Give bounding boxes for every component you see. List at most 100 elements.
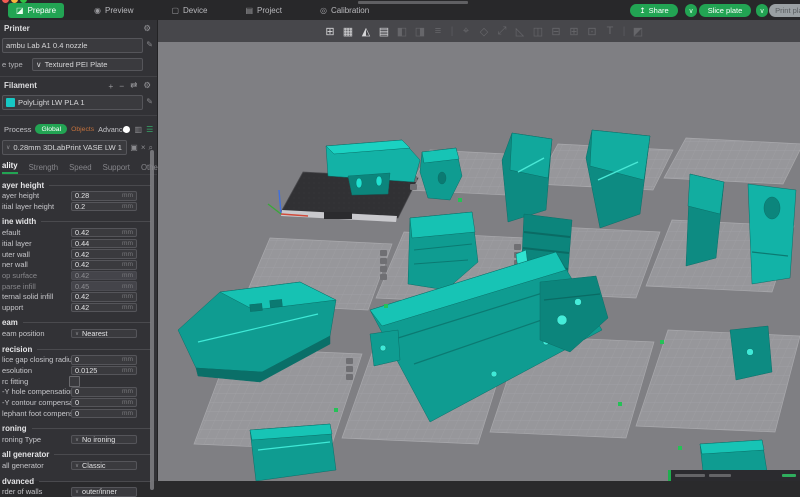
viewport-toolbar: ⊞▦◭▤◧◨≡|⌖◇⤢◺◫⊟⊞⊡T|◩ bbox=[158, 20, 800, 42]
printer-section-header: Printer ⚙ bbox=[0, 20, 157, 35]
move-icon[interactable]: ⌖ bbox=[458, 23, 474, 39]
model-part[interactable] bbox=[250, 424, 336, 481]
section-rule bbox=[41, 221, 151, 222]
flatten-icon[interactable]: ◺ bbox=[512, 23, 528, 39]
share-button[interactable]: ↥ Share bbox=[630, 4, 678, 17]
model-part[interactable] bbox=[370, 330, 400, 366]
compare-preset-icon[interactable]: ▥ bbox=[135, 125, 143, 134]
select-roning-type[interactable]: ∨No ironing bbox=[71, 435, 137, 445]
input-y-hole-compensation[interactable]: 0mm bbox=[71, 387, 137, 397]
setting-tab-strength[interactable]: Strength bbox=[29, 163, 58, 174]
filament-edit-icon[interactable]: ✎ bbox=[146, 97, 153, 106]
setting-label: eam position bbox=[2, 329, 71, 338]
layers-icon[interactable]: ≡ bbox=[430, 23, 446, 39]
select-value: outer/inner bbox=[82, 487, 117, 496]
sidebar-scrollbar[interactable] bbox=[150, 150, 154, 490]
text-tool-icon[interactable]: T bbox=[602, 23, 618, 39]
model-panel[interactable] bbox=[748, 184, 796, 284]
cut-icon[interactable]: ⊟ bbox=[548, 23, 564, 39]
input-itial-layer-height[interactable]: 0.2mm bbox=[71, 202, 137, 212]
setting-label: roning Type bbox=[2, 435, 71, 444]
input-lice-gap-closing-radius[interactable]: 0mm bbox=[71, 355, 137, 365]
model-wing[interactable] bbox=[586, 130, 650, 228]
print-plate-button[interactable]: Print plate bbox=[769, 4, 800, 17]
scale-icon[interactable]: ⤢ bbox=[494, 23, 510, 39]
paint-icon[interactable]: ◩ bbox=[630, 23, 646, 39]
process-global-tab[interactable]: Global bbox=[35, 124, 67, 134]
tab-prepare[interactable]: ◪Prepare bbox=[8, 3, 64, 18]
filament-color-swatch[interactable] bbox=[6, 98, 15, 107]
chevron-down-icon: ∨ bbox=[36, 60, 42, 69]
setting-tab-ality[interactable]: ality bbox=[2, 161, 18, 174]
input-lephant-foot-compensation[interactable]: 0mm bbox=[71, 409, 137, 419]
action-buttons: ↥ Share ∨ Slice plate ∨ Print plate bbox=[630, 0, 800, 20]
section-title: ayer height bbox=[2, 181, 44, 190]
checkbox-rc-fitting[interactable] bbox=[69, 376, 80, 387]
notification-text bbox=[709, 474, 731, 477]
setting-label: esolution bbox=[2, 366, 71, 375]
arrange-icon[interactable]: ▤ bbox=[376, 23, 392, 39]
input-y-contour-compensation[interactable]: 0mm bbox=[71, 398, 137, 408]
input-value: 0 bbox=[75, 398, 122, 407]
printer-edit-icon[interactable]: ✎ bbox=[146, 40, 153, 49]
printer-settings-gear-icon[interactable]: ⚙ bbox=[143, 23, 151, 34]
viewport-3d[interactable] bbox=[158, 42, 800, 481]
add-plate-icon[interactable]: ▦ bbox=[340, 23, 356, 39]
model-part[interactable] bbox=[730, 326, 772, 380]
input-itial-layer[interactable]: 0.44mm bbox=[71, 239, 137, 249]
input-esolution[interactable]: 0.0125mm bbox=[71, 366, 137, 376]
input-upport[interactable]: 0.42mm bbox=[71, 303, 137, 313]
input-value: 0.0125 bbox=[75, 366, 122, 375]
remove-filament-icon[interactable]: − bbox=[119, 81, 124, 91]
split-parts-icon[interactable]: ⊡ bbox=[584, 23, 600, 39]
import-3mf-icon[interactable]: ◧ bbox=[394, 23, 410, 39]
input-value: 0.42 bbox=[75, 292, 122, 301]
process-preset-select[interactable]: ∨ 0.28mm 3DLabPrint VASE LW 1 bbox=[2, 140, 127, 155]
notification-link[interactable] bbox=[782, 474, 796, 477]
flush-volumes-icon[interactable]: ⇄ bbox=[130, 80, 137, 91]
unit-label: mm bbox=[122, 203, 133, 210]
tab-calibration[interactable]: ◎Calibration bbox=[312, 3, 377, 18]
input-ternal-solid-infill[interactable]: 0.42mm bbox=[71, 292, 137, 302]
plate-type-select[interactable]: ∨ Textured PEI Plate bbox=[32, 58, 143, 71]
setting-row-uter-wall: uter wall0.42mm bbox=[0, 249, 157, 260]
auto-orient-icon[interactable]: ◭ bbox=[358, 23, 374, 39]
select-eam-position[interactable]: ∨Nearest bbox=[71, 329, 137, 339]
notification-bar[interactable] bbox=[668, 470, 800, 481]
slice-options-dropdown[interactable]: ∨ bbox=[685, 4, 697, 17]
setting-tab-support[interactable]: Support bbox=[103, 163, 130, 174]
rotate-icon[interactable]: ◇ bbox=[476, 23, 492, 39]
save-preset-icon[interactable]: ▣ bbox=[130, 143, 138, 152]
split-objects-icon[interactable]: ⊞ bbox=[566, 23, 582, 39]
tab-preview[interactable]: ◉Preview bbox=[86, 3, 141, 18]
process-objects-tab[interactable]: Objects bbox=[71, 126, 94, 133]
tab-label: Prepare bbox=[28, 6, 56, 15]
slice-plate-button[interactable]: Slice plate bbox=[699, 4, 751, 17]
add-filament-icon[interactable]: + bbox=[108, 81, 113, 91]
input-ayer-height[interactable]: 0.28mm bbox=[71, 191, 137, 201]
share-icon: ↥ bbox=[639, 6, 645, 15]
print-options-dropdown[interactable]: ∨ bbox=[756, 4, 768, 17]
filament-select[interactable]: PolyLight LW PLA 1 ✎ bbox=[2, 95, 143, 110]
input-op-surface[interactable]: 0.42mm bbox=[71, 271, 137, 281]
filament-settings-gear-icon[interactable]: ⚙ bbox=[143, 80, 151, 91]
mirror-icon[interactable]: ◫ bbox=[530, 23, 546, 39]
select-all-generator[interactable]: ∨Classic bbox=[71, 461, 137, 471]
add-object-icon[interactable]: ⊞ bbox=[322, 23, 338, 39]
setting-row-op-surface: op surface0.42mm bbox=[0, 270, 157, 281]
input-parse-infill[interactable]: 0.45mm bbox=[71, 281, 137, 291]
import-stl-icon[interactable]: ◨ bbox=[412, 23, 428, 39]
tab-device[interactable]: ▢Device bbox=[163, 3, 215, 18]
preview-icon: ◉ bbox=[94, 6, 101, 15]
object-list-icon[interactable]: ☰ bbox=[146, 125, 153, 134]
printer-select[interactable]: ambu Lab A1 0.4 nozzle ✎ bbox=[2, 38, 143, 53]
process-preset-row: ∨ 0.28mm 3DLabPrint VASE LW 1 ▣ × ⌕ bbox=[2, 140, 153, 155]
delete-preset-icon[interactable]: × bbox=[141, 143, 146, 152]
tab-project[interactable]: ▤Project bbox=[237, 3, 289, 18]
input-uter-wall[interactable]: 0.42mm bbox=[71, 249, 137, 259]
select-rder-of-walls[interactable]: ∨outer/inner bbox=[71, 487, 137, 497]
input-ner-wall[interactable]: 0.42mm bbox=[71, 260, 137, 270]
setting-tab-speed[interactable]: Speed bbox=[69, 163, 92, 174]
input-efault[interactable]: 0.42mm bbox=[71, 228, 137, 238]
model-wing[interactable] bbox=[502, 133, 552, 222]
